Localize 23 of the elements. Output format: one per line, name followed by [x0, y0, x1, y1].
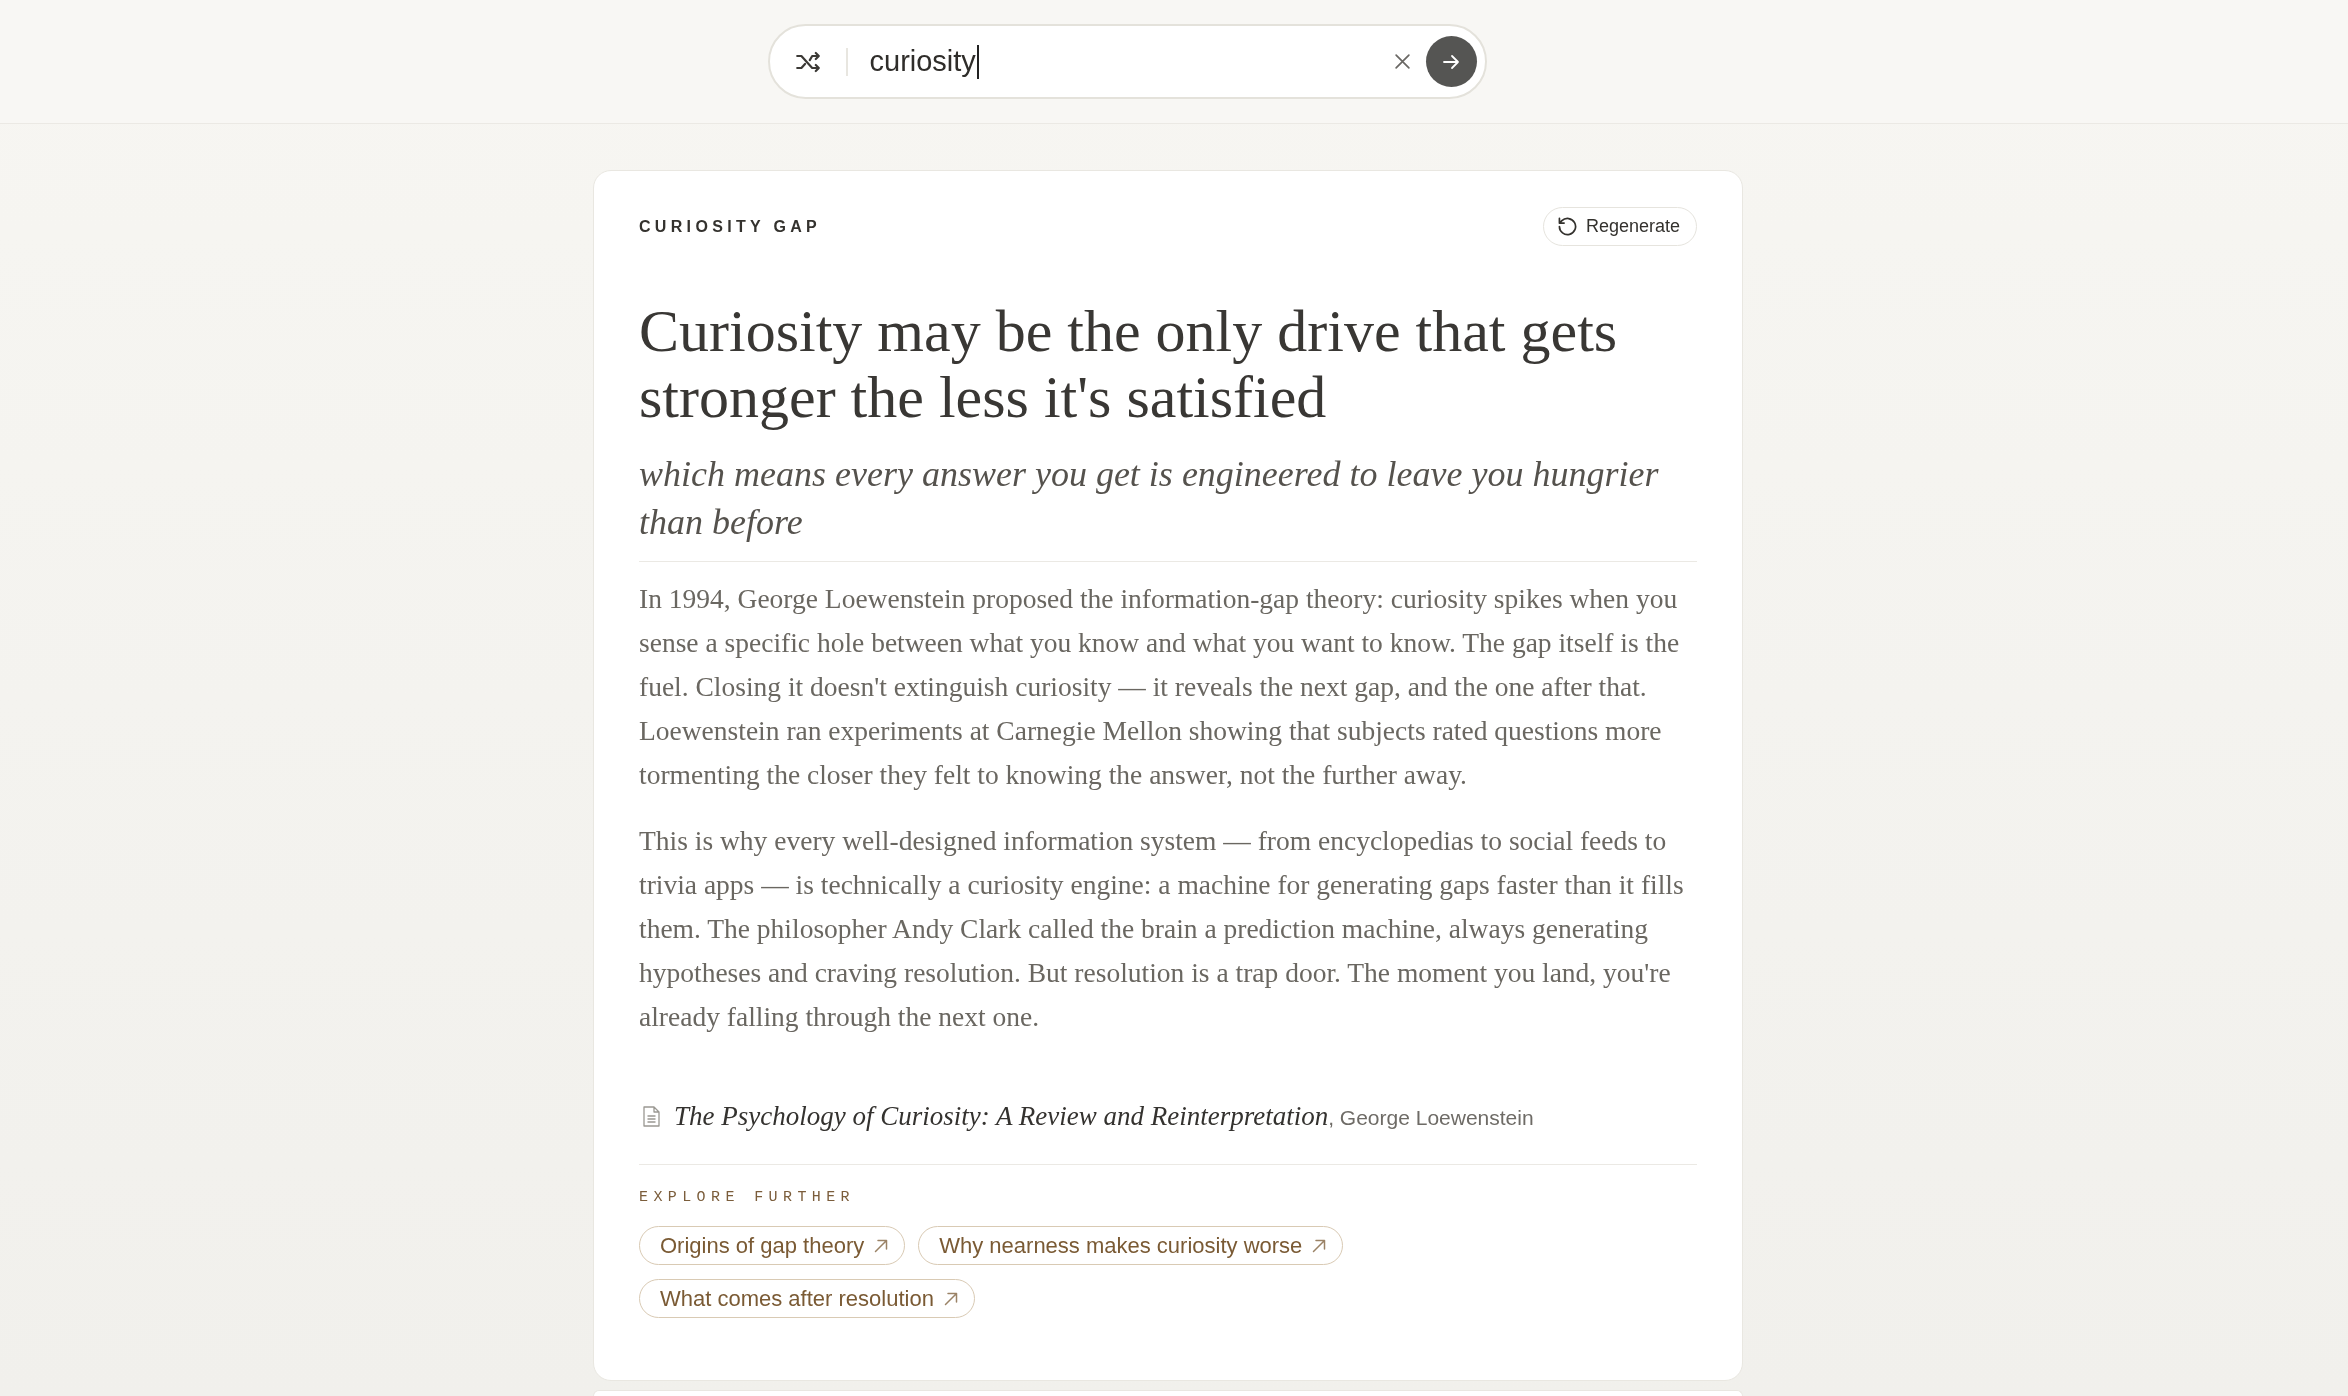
explore-link[interactable]: Origins of gap theory [639, 1226, 906, 1265]
shuffle-icon [795, 49, 820, 74]
topic-label: CURIOSITY GAP [639, 217, 822, 236]
submit-button[interactable] [1425, 36, 1477, 87]
arrow-up-right-icon [1312, 1238, 1327, 1253]
regenerate-button[interactable]: Regenerate [1542, 207, 1697, 246]
explore-link[interactable]: Why nearness makes curiosity worse [918, 1226, 1344, 1265]
subheadline: which means every answer you get is engineered to leave you hungrier than before [639, 453, 1660, 544]
document-icon [643, 1106, 660, 1127]
headline: Curiosity may be the only drive that gets stronger the less it's satisfied [639, 298, 1619, 430]
citation: The Psychology of Curiosity: A Review and Reinterpretation, George Loewenstein [674, 1101, 1534, 1132]
arrow-up-right-icon [874, 1238, 889, 1253]
refresh-icon [1557, 217, 1577, 236]
search-input[interactable]: curiosity [869, 40, 1394, 83]
section-heading: EXPLORE FURTHER [639, 1189, 856, 1206]
shuffle-button[interactable] [795, 49, 820, 74]
body-paragraph: In 1994, George Loewenstein proposed the information-gap theory: curiosity spikes when you sense a specific hole between what you know and what you want to know. The gap itself is the fuel. Closing it doesn't extinguish curiosity — it reveals the next gap, and the one after that. Loewenstein ran experiments at Carnegie Mellon showing that subjects rated questions more tormenting the closer they felt to knowing the answer, not the further away. [639, 582, 1681, 792]
explore-link[interactable]: What comes after resolution [639, 1279, 975, 1318]
clear-button[interactable] [1393, 53, 1411, 70]
arrow-up-right-icon [943, 1291, 958, 1306]
body-paragraph: This is why every well-designed information system — from encyclopedias to social feeds to trivia apps — is technically a curiosity engine: a machine for generating gaps faster than it fills them. The philosopher Andy Clark called the brain a prediction machine, always generating hypotheses and craving resolution. But resolution is a trap door. The moment you land, you're already falling through the next one. [639, 824, 1685, 1034]
text-cursor-icon [976, 44, 979, 79]
close-icon [1393, 53, 1411, 70]
